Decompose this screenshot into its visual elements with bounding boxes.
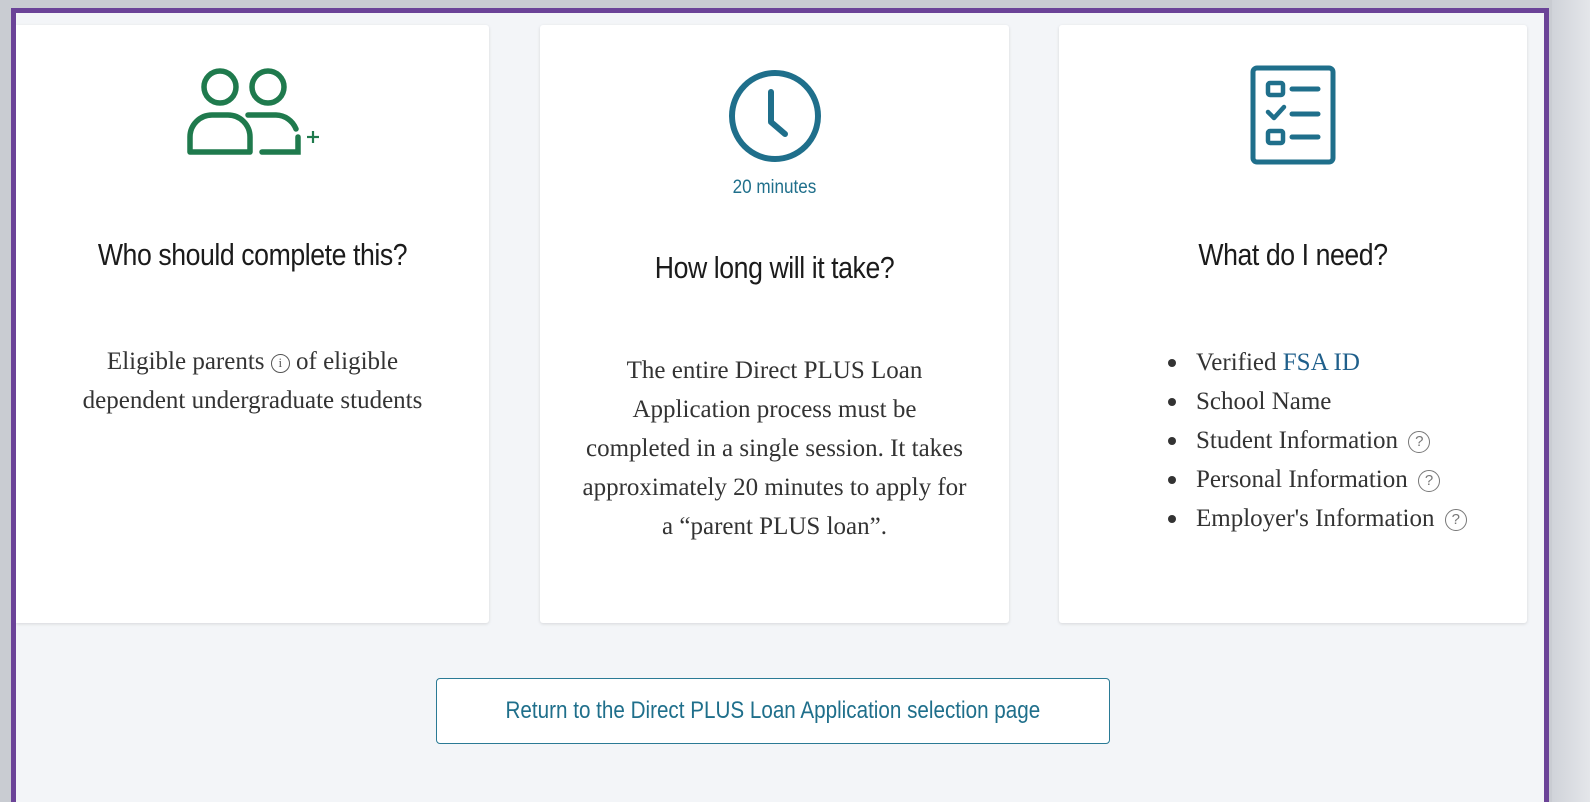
list-item: Student Information ? (1164, 421, 1467, 460)
return-to-selection-button[interactable]: Return to the Direct PLUS Loan Applicati… (436, 678, 1110, 744)
list-item: Personal Information ? (1164, 460, 1467, 499)
list-item-text: Employer's Information (1196, 505, 1435, 532)
clock-icon (540, 68, 1009, 164)
background-shadow (1552, 0, 1590, 802)
requirements-list: Verified FSA ID School Name Student Info… (1164, 343, 1467, 538)
help-icon[interactable]: ? (1408, 431, 1431, 453)
list-item-text: Personal Information (1196, 466, 1408, 493)
list-item-text: Verified (1196, 349, 1283, 376)
bullet (1168, 359, 1176, 367)
time-estimate-label: 20 minutes (732, 177, 817, 198)
page-frame: Who should complete this? Eligible paren… (11, 8, 1549, 802)
who-body-start: Eligible parents (106, 348, 265, 375)
needs-card: What do I need? Verified FSA ID School N… (1059, 25, 1527, 623)
who-body: Eligible parents i of eligible dependent… (16, 342, 489, 420)
info-icon[interactable]: i (270, 354, 290, 373)
who-card: Who should complete this? Eligible paren… (16, 25, 489, 623)
time-body: The entire Direct PLUS Loan Application … (582, 357, 967, 540)
help-icon[interactable]: ? (1418, 470, 1441, 492)
list-item: Verified FSA ID (1164, 343, 1467, 382)
needs-title: What do I need? (1198, 237, 1388, 272)
bullet (1168, 437, 1176, 445)
time-title: How long will it take? (654, 250, 895, 285)
list-item: School Name (1164, 382, 1467, 421)
list-item-text: Student Information (1196, 427, 1399, 454)
bullet (1168, 476, 1176, 484)
time-card: 20 minutes How long will it take? The en… (540, 25, 1009, 623)
list-item: Employer's Information ? (1164, 499, 1467, 538)
list-item-text: School Name (1196, 388, 1332, 415)
return-button-label: Return to the Direct PLUS Loan Applicati… (505, 697, 1041, 724)
fsa-id-link[interactable]: FSA ID (1283, 349, 1360, 376)
checklist-icon (1059, 65, 1527, 165)
bullet (1168, 398, 1176, 406)
help-icon[interactable]: ? (1444, 509, 1467, 531)
who-title: Who should complete this? (97, 237, 408, 272)
people-add-icon (16, 67, 489, 157)
bullet (1168, 515, 1176, 523)
